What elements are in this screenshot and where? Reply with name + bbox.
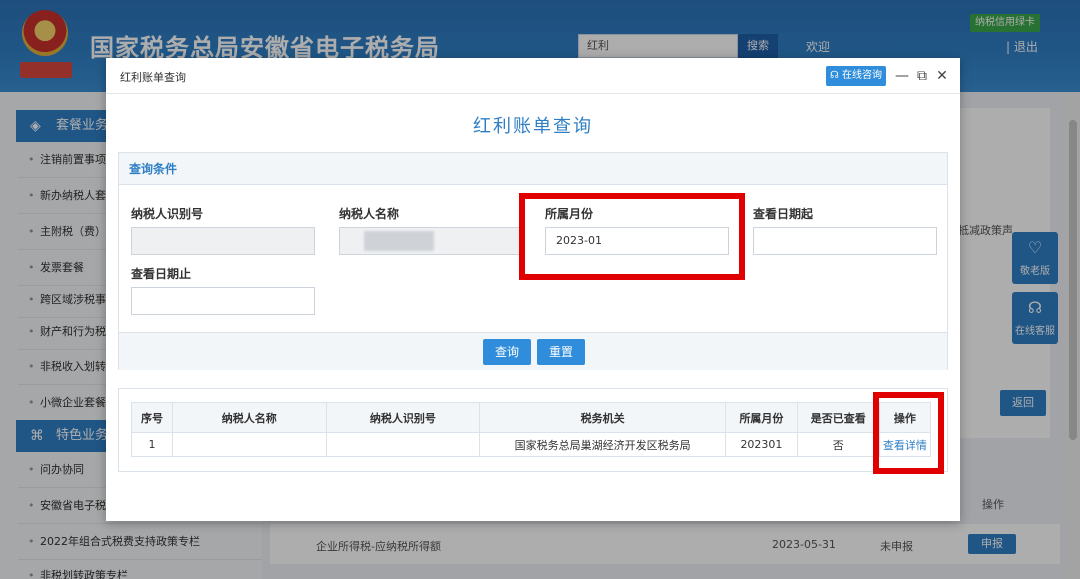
table-row: 1 国家税务总局巢湖经济开发区税务局 202301 否 查看详情 <box>131 432 932 457</box>
cell-authority: 国家税务总局巢湖经济开发区税务局 <box>479 432 727 457</box>
col-header-authority: 税务机关 <box>479 402 727 433</box>
taxpayer-id-label: 纳税人识别号 <box>131 207 204 221</box>
cell-name <box>171 432 327 457</box>
query-button[interactable]: 查询 <box>483 339 531 365</box>
highlight-action-frame <box>873 392 944 474</box>
col-header-name: 纳税人名称 <box>171 402 327 433</box>
cell-id <box>325 432 481 457</box>
close-icon[interactable]: ✕ <box>934 66 950 86</box>
cell-month: 202301 <box>725 432 798 457</box>
taxpayer-id-field <box>131 227 315 255</box>
minimize-icon[interactable]: — <box>894 66 910 86</box>
taxpayer-name-label: 纳税人名称 <box>339 207 400 221</box>
view-date-from-label: 查看日期起 <box>753 207 814 221</box>
table-header-row: 序号 纳税人名称 纳税人识别号 税务机关 所属月份 是否已查看 操作 <box>131 402 932 433</box>
taxpayer-name-field <box>339 227 523 255</box>
col-header-id: 纳税人识别号 <box>325 402 481 433</box>
online-consult-button[interactable]: ☊ 在线咨询 <box>826 66 886 86</box>
col-header-month: 所属月份 <box>725 402 798 433</box>
headset-icon: ☊ <box>829 70 839 81</box>
bonus-bill-dialog: 红利账单查询 ☊ 在线咨询 — ⧉ ✕ 红利账单查询 查询条件 纳税人识别号 纳… <box>106 58 960 521</box>
online-consult-label: 在线咨询 <box>842 70 883 81</box>
col-header-index: 序号 <box>131 402 173 433</box>
query-section-title: 查询条件 <box>119 153 947 185</box>
col-header-viewed: 是否已查看 <box>796 402 880 433</box>
results-panel: 序号 纳税人名称 纳税人识别号 税务机关 所属月份 是否已查看 操作 1 国家税… <box>118 388 948 472</box>
redacted-name <box>364 231 434 251</box>
results-table: 序号 纳税人名称 纳税人识别号 税务机关 所属月份 是否已查看 操作 1 国家税… <box>131 402 932 457</box>
maximize-icon[interactable]: ⧉ <box>914 66 930 86</box>
view-date-to-field[interactable] <box>131 287 315 315</box>
dialog-title: 红利账单查询 <box>473 116 593 137</box>
cell-viewed: 否 <box>796 432 880 457</box>
cell-index: 1 <box>131 432 173 457</box>
highlight-month-frame <box>519 193 745 280</box>
query-actions: 查询 重置 <box>119 332 947 370</box>
dialog-bar-title: 红利账单查询 <box>120 71 186 84</box>
dialog-titlebar: 红利账单查询 ☊ 在线咨询 — ⧉ ✕ <box>106 58 960 94</box>
view-date-from-field[interactable] <box>753 227 937 255</box>
view-date-to-label: 查看日期止 <box>131 267 192 281</box>
reset-button[interactable]: 重置 <box>537 339 585 365</box>
